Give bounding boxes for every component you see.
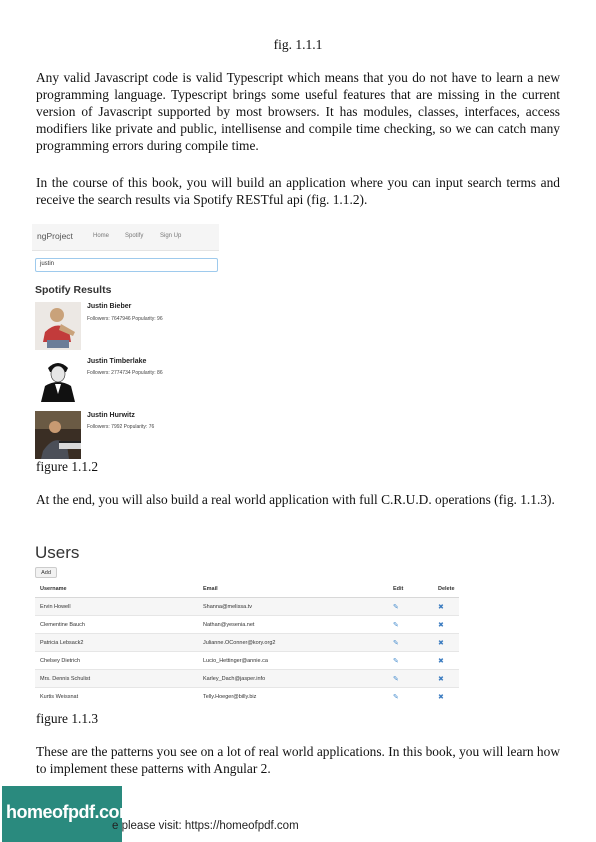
column-header-username: Username: [35, 580, 198, 598]
artist-stats: Followers: 7647946 Popularity: 96: [87, 316, 163, 322]
delete-icon[interactable]: ✖: [438, 604, 444, 611]
username-cell: Patricia Lebsack2: [35, 633, 198, 652]
navbar-brand[interactable]: ngProject: [37, 231, 73, 241]
delete-icon[interactable]: ✖: [438, 622, 444, 629]
username-cell: Clementine Bauch: [35, 615, 198, 634]
users-title: Users: [35, 543, 80, 562]
artist-photo: [35, 354, 81, 402]
artist-name[interactable]: Justin Bieber: [87, 303, 131, 310]
results-title: Spotify Results: [35, 284, 112, 296]
figure-users-screenshot: Users Add Username Email Edit Delete Erv…: [32, 543, 462, 709]
column-header-edit: Edit: [388, 580, 433, 598]
paragraph-spotify-app: In the course of this book, you will bui…: [36, 175, 560, 207]
email-cell: Telly.Hoeger@billy.biz: [198, 687, 388, 705]
email-cell: Julianne.OConner@kory.org2: [198, 633, 388, 652]
username-cell: Chelsey Dietrich: [35, 651, 198, 670]
artist-name[interactable]: Justin Hurwitz: [87, 412, 135, 419]
artist-photo: [35, 302, 81, 350]
nav-link-spotify[interactable]: Spotify: [125, 233, 143, 239]
search-input[interactable]: justin: [35, 258, 218, 272]
username-cell: Kurtis Weissnat: [35, 687, 198, 705]
artist-name[interactable]: Justin Timberlake: [87, 358, 146, 365]
delete-icon[interactable]: ✖: [438, 694, 444, 701]
artist-stats: Followers: 2774734 Popularity: 86: [87, 370, 163, 376]
figure-caption-1-1-3: figure 1.1.3: [36, 711, 99, 726]
search-input-value: justin: [40, 261, 55, 267]
artist-photo: [35, 411, 81, 459]
paragraph-crud-app: At the end, you will also build a real w…: [36, 492, 555, 507]
delete-icon[interactable]: ✖: [438, 676, 444, 683]
nav-link-home[interactable]: Home: [93, 233, 109, 239]
edit-icon[interactable]: ✎: [393, 604, 399, 611]
figure-spotify-screenshot: ngProject Home Spotify Sign Up justin Sp…: [32, 224, 219, 459]
table-row: Chelsey Dietrich Lucio_Hettinger@annie.c…: [35, 651, 459, 670]
delete-icon[interactable]: ✖: [438, 658, 444, 665]
edit-icon[interactable]: ✎: [393, 676, 399, 683]
email-cell: Nathan@yesenia.net: [198, 615, 388, 634]
paragraph-typescript: Any valid Javascript code is valid Types…: [36, 70, 560, 153]
username-cell: Mrs. Dennis Schulist: [35, 669, 198, 688]
email-cell: Karley_Dach@jasper.info: [198, 669, 388, 688]
figure-caption-1-1-2: figure 1.1.2: [36, 459, 99, 474]
email-cell: Lucio_Hettinger@annie.ca: [198, 651, 388, 670]
table-row: Kurtis Weissnat Telly.Hoeger@billy.biz ✎…: [35, 687, 459, 705]
edit-icon[interactable]: ✎: [393, 622, 399, 629]
nav-link-sign-up[interactable]: Sign Up: [160, 233, 181, 239]
edit-icon[interactable]: ✎: [393, 658, 399, 665]
delete-icon[interactable]: ✖: [438, 640, 444, 647]
add-user-button[interactable]: Add: [35, 567, 57, 578]
navbar: ngProject Home Spotify Sign Up: [32, 224, 219, 251]
paragraph-patterns: These are the patterns you see on a lot …: [36, 744, 560, 776]
username-cell: Ervin Howell: [35, 597, 198, 616]
table-row: Ervin Howell Shanna@melissa.tv ✎ ✖: [35, 597, 459, 616]
column-header-delete: Delete: [433, 580, 459, 598]
artist-stats: Followers: 7992 Popularity: 76: [87, 424, 155, 430]
column-header-email: Email: [198, 580, 388, 598]
table-row: Clementine Bauch Nathan@yesenia.net ✎ ✖: [35, 615, 459, 634]
footer-link-text[interactable]: e please visit: https://homeofpdf.com: [112, 820, 299, 832]
homeofpdf-logo[interactable]: homeofpdf.com: [2, 786, 135, 842]
figure-caption-1-1-1: fig. 1.1.1: [273, 37, 323, 52]
edit-icon[interactable]: ✎: [393, 694, 399, 701]
email-cell: Shanna@melissa.tv: [198, 597, 388, 616]
table-row: Mrs. Dennis Schulist Karley_Dach@jasper.…: [35, 669, 459, 688]
edit-icon[interactable]: ✎: [393, 640, 399, 647]
table-row: Patricia Lebsack2 Julianne.OConner@kory.…: [35, 633, 459, 652]
users-table: Username Email Edit Delete Ervin Howell …: [35, 580, 459, 705]
